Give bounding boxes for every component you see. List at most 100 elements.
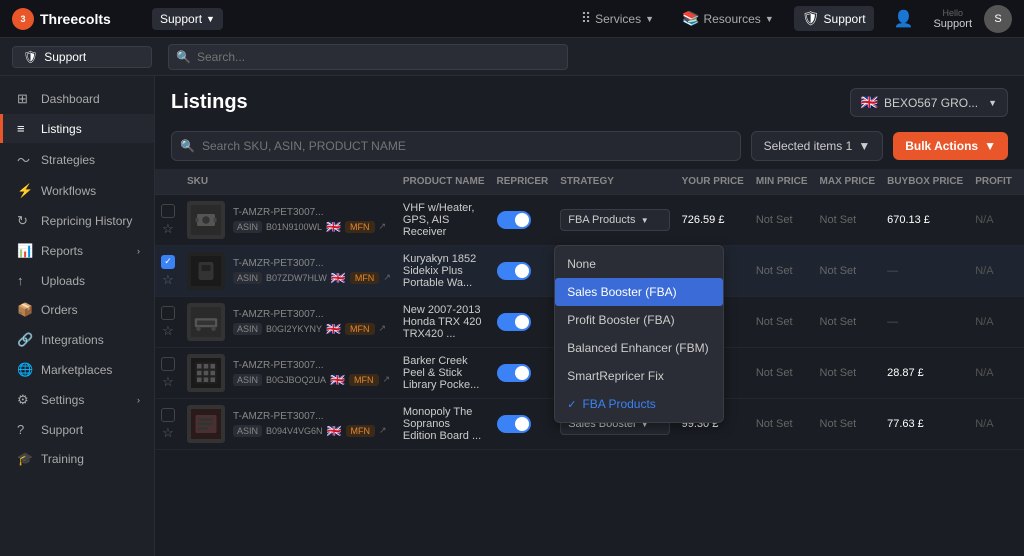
row-checkbox-cell: ☆: [155, 195, 181, 246]
row-checkbox[interactable]: [161, 204, 175, 218]
dropdown-item-smartrepricer[interactable]: SmartRepricer Fix: [555, 362, 723, 390]
max-price: Not Set: [820, 214, 857, 226]
workflows-icon: ⚡: [17, 183, 33, 199]
sidebar-item-support[interactable]: ? Support: [0, 415, 154, 444]
product-sku: T-AMZR-PET3007...: [233, 360, 391, 371]
asin-badge: ASIN: [233, 272, 262, 284]
repricer-toggle[interactable]: [497, 262, 531, 280]
row-checkbox-cell: ☆: [155, 348, 181, 399]
asin-value: B094V4VG6N: [266, 426, 323, 436]
star-icon[interactable]: ☆: [162, 374, 174, 390]
nav-user-icon[interactable]: 👤: [886, 5, 922, 33]
flag-icon: 🇬🇧: [326, 322, 341, 336]
dropdown-item-balanced-fbm[interactable]: Balanced Enhancer (FBM): [555, 334, 723, 362]
external-link-icon[interactable]: ↗: [379, 425, 387, 436]
sidebar-item-listings[interactable]: ≡ Listings: [0, 114, 154, 143]
sidebar-item-settings[interactable]: ⚙ Settings ›: [0, 385, 154, 415]
asin-badge: ASIN: [233, 323, 262, 335]
sidebar-item-integrations[interactable]: 🔗 Integrations: [0, 325, 154, 355]
breadcrumb[interactable]: 🛡 Support: [12, 46, 152, 68]
product-name: Monopoly The Sopranos Edition Board ...: [403, 406, 481, 442]
row-profit-cell: N/A: [969, 348, 1018, 399]
mfn-badge: MFN: [345, 323, 375, 335]
dropdown-item-none[interactable]: None: [555, 250, 723, 278]
external-link-icon[interactable]: ↗: [383, 374, 391, 385]
support-help[interactable]: Hello Support: [933, 8, 972, 30]
row-checkbox[interactable]: [161, 408, 175, 422]
second-nav-search-input[interactable]: [168, 44, 568, 70]
product-name: Kuryakyn 1852 Sidekix Plus Portable Wa..…: [403, 253, 476, 289]
row-sku-cell: T-AMZR-PET3007... ASIN B01N9100WL 🇬🇧 MFN…: [181, 195, 397, 246]
sidebar-item-repricing[interactable]: ↻ Repricing History: [0, 206, 154, 236]
external-link-icon[interactable]: ↗: [379, 323, 387, 334]
row-name-cell: Barker Creek Peel & Stick Library Pocke.…: [397, 348, 491, 399]
max-price: Not Set: [820, 418, 857, 430]
star-icon[interactable]: ☆: [162, 323, 174, 339]
mfn-badge: MFN: [346, 425, 376, 437]
sidebar-item-orders[interactable]: 📦 Orders: [0, 295, 154, 325]
row-repricer-cell: [491, 195, 555, 246]
nav-support-right[interactable]: 🛡 Support: [794, 6, 874, 31]
second-nav-search: 🔍: [168, 44, 568, 70]
nav-services[interactable]: ⠿ Services ▼: [573, 6, 662, 31]
min-price: Not Set: [756, 214, 793, 226]
star-icon[interactable]: ☆: [162, 221, 174, 237]
breadcrumb-icon: 🛡: [23, 50, 38, 64]
app-logo[interactable]: 3 Threecolts: [12, 8, 132, 30]
sidebar-item-uploads[interactable]: ↑ Uploads: [0, 266, 154, 295]
row-checkbox[interactable]: [161, 306, 175, 320]
col-header-buybox: BUYBOX PRICE: [881, 169, 969, 195]
product-search-input[interactable]: [171, 131, 741, 161]
sidebar: ⊞ Dashboard ≡ Listings 〜 Strategies ⚡ Wo…: [0, 76, 155, 556]
training-icon: 🎓: [17, 451, 33, 467]
min-price: Not Set: [756, 367, 793, 379]
search-icon: 🔍: [176, 50, 191, 64]
external-link-icon[interactable]: ↗: [379, 221, 387, 232]
main-content: Listings 🇬🇧 BEXO567 GRO... ▼ 🔍 Selected …: [155, 76, 1024, 556]
star-icon[interactable]: ☆: [162, 425, 174, 441]
repricer-toggle[interactable]: [497, 211, 531, 229]
max-price: Not Set: [820, 316, 857, 328]
strategies-icon: 〜: [17, 150, 33, 169]
dropdown-item-profitbooster-fba[interactable]: Profit Booster (FBA): [555, 306, 723, 334]
dropdown-item-salesbooster-fba[interactable]: Sales Booster (FBA): [555, 278, 723, 306]
user-avatar[interactable]: S: [984, 5, 1012, 33]
strategy-dropdown[interactable]: FBA Products ▼: [560, 209, 669, 231]
nav-resources[interactable]: 📚 Resources ▼: [674, 6, 782, 31]
toolbar: 🔍 Selected items 1 ▼ Bulk Actions ▼: [155, 125, 1024, 169]
star-icon[interactable]: ☆: [162, 272, 174, 288]
check-icon: ✓: [567, 398, 576, 411]
row-checkbox[interactable]: ✓: [161, 255, 175, 269]
sidebar-item-reports[interactable]: 📊 Reports ›: [0, 236, 154, 266]
product-info: T-AMZR-PET3007... ASIN B0GJBOQ2UA 🇬🇧 MFN…: [233, 360, 391, 387]
dropdown-item-fba-products[interactable]: ✓ FBA Products: [555, 390, 723, 418]
chevron-down-icon: ▼: [765, 14, 774, 24]
row-strategy-cell: FBA Products ▼ None Sales Booster (FBA): [554, 195, 675, 246]
sidebar-item-strategies[interactable]: 〜 Strategies: [0, 143, 154, 176]
chevron-right-icon: ›: [137, 395, 140, 405]
listings-icon: ≡: [17, 121, 33, 136]
repricer-toggle[interactable]: [497, 415, 531, 433]
bulk-actions-button[interactable]: Bulk Actions ▼: [893, 132, 1008, 160]
chevron-down-icon: ▼: [988, 98, 997, 108]
sidebar-item-dashboard[interactable]: ⊞ Dashboard: [0, 84, 154, 114]
product-name: New 2007-2013 Honda TRX 420 TRX420 ...: [403, 304, 482, 340]
product-sku: T-AMZR-PET3007...: [233, 258, 391, 269]
sidebar-item-label: Integrations: [41, 333, 104, 347]
profit-value: N/A: [975, 418, 993, 430]
row-profit-cell: N/A: [969, 246, 1018, 297]
marketplace-selector[interactable]: 🇬🇧 BEXO567 GRO... ▼: [850, 88, 1008, 117]
sidebar-item-workflows[interactable]: ⚡ Workflows: [0, 176, 154, 206]
repricer-toggle[interactable]: [497, 364, 531, 382]
selected-items-button[interactable]: Selected items 1 ▼: [751, 131, 884, 161]
repricer-toggle[interactable]: [497, 313, 531, 331]
sidebar-item-training[interactable]: 🎓 Training: [0, 444, 154, 474]
asin-value: B01N9100WL: [266, 222, 322, 232]
sidebar-item-marketplaces[interactable]: 🌐 Marketplaces: [0, 355, 154, 385]
row-checkbox[interactable]: [161, 357, 175, 371]
row-sku-cell: T-AMZR-PET3007... ASIN B094V4VG6N 🇬🇧 MFN…: [181, 399, 397, 450]
external-link-icon[interactable]: ↗: [383, 272, 391, 283]
sidebar-item-label: Strategies: [41, 153, 95, 167]
min-price: Not Set: [756, 316, 793, 328]
nav-support[interactable]: Support ▼: [152, 8, 223, 30]
